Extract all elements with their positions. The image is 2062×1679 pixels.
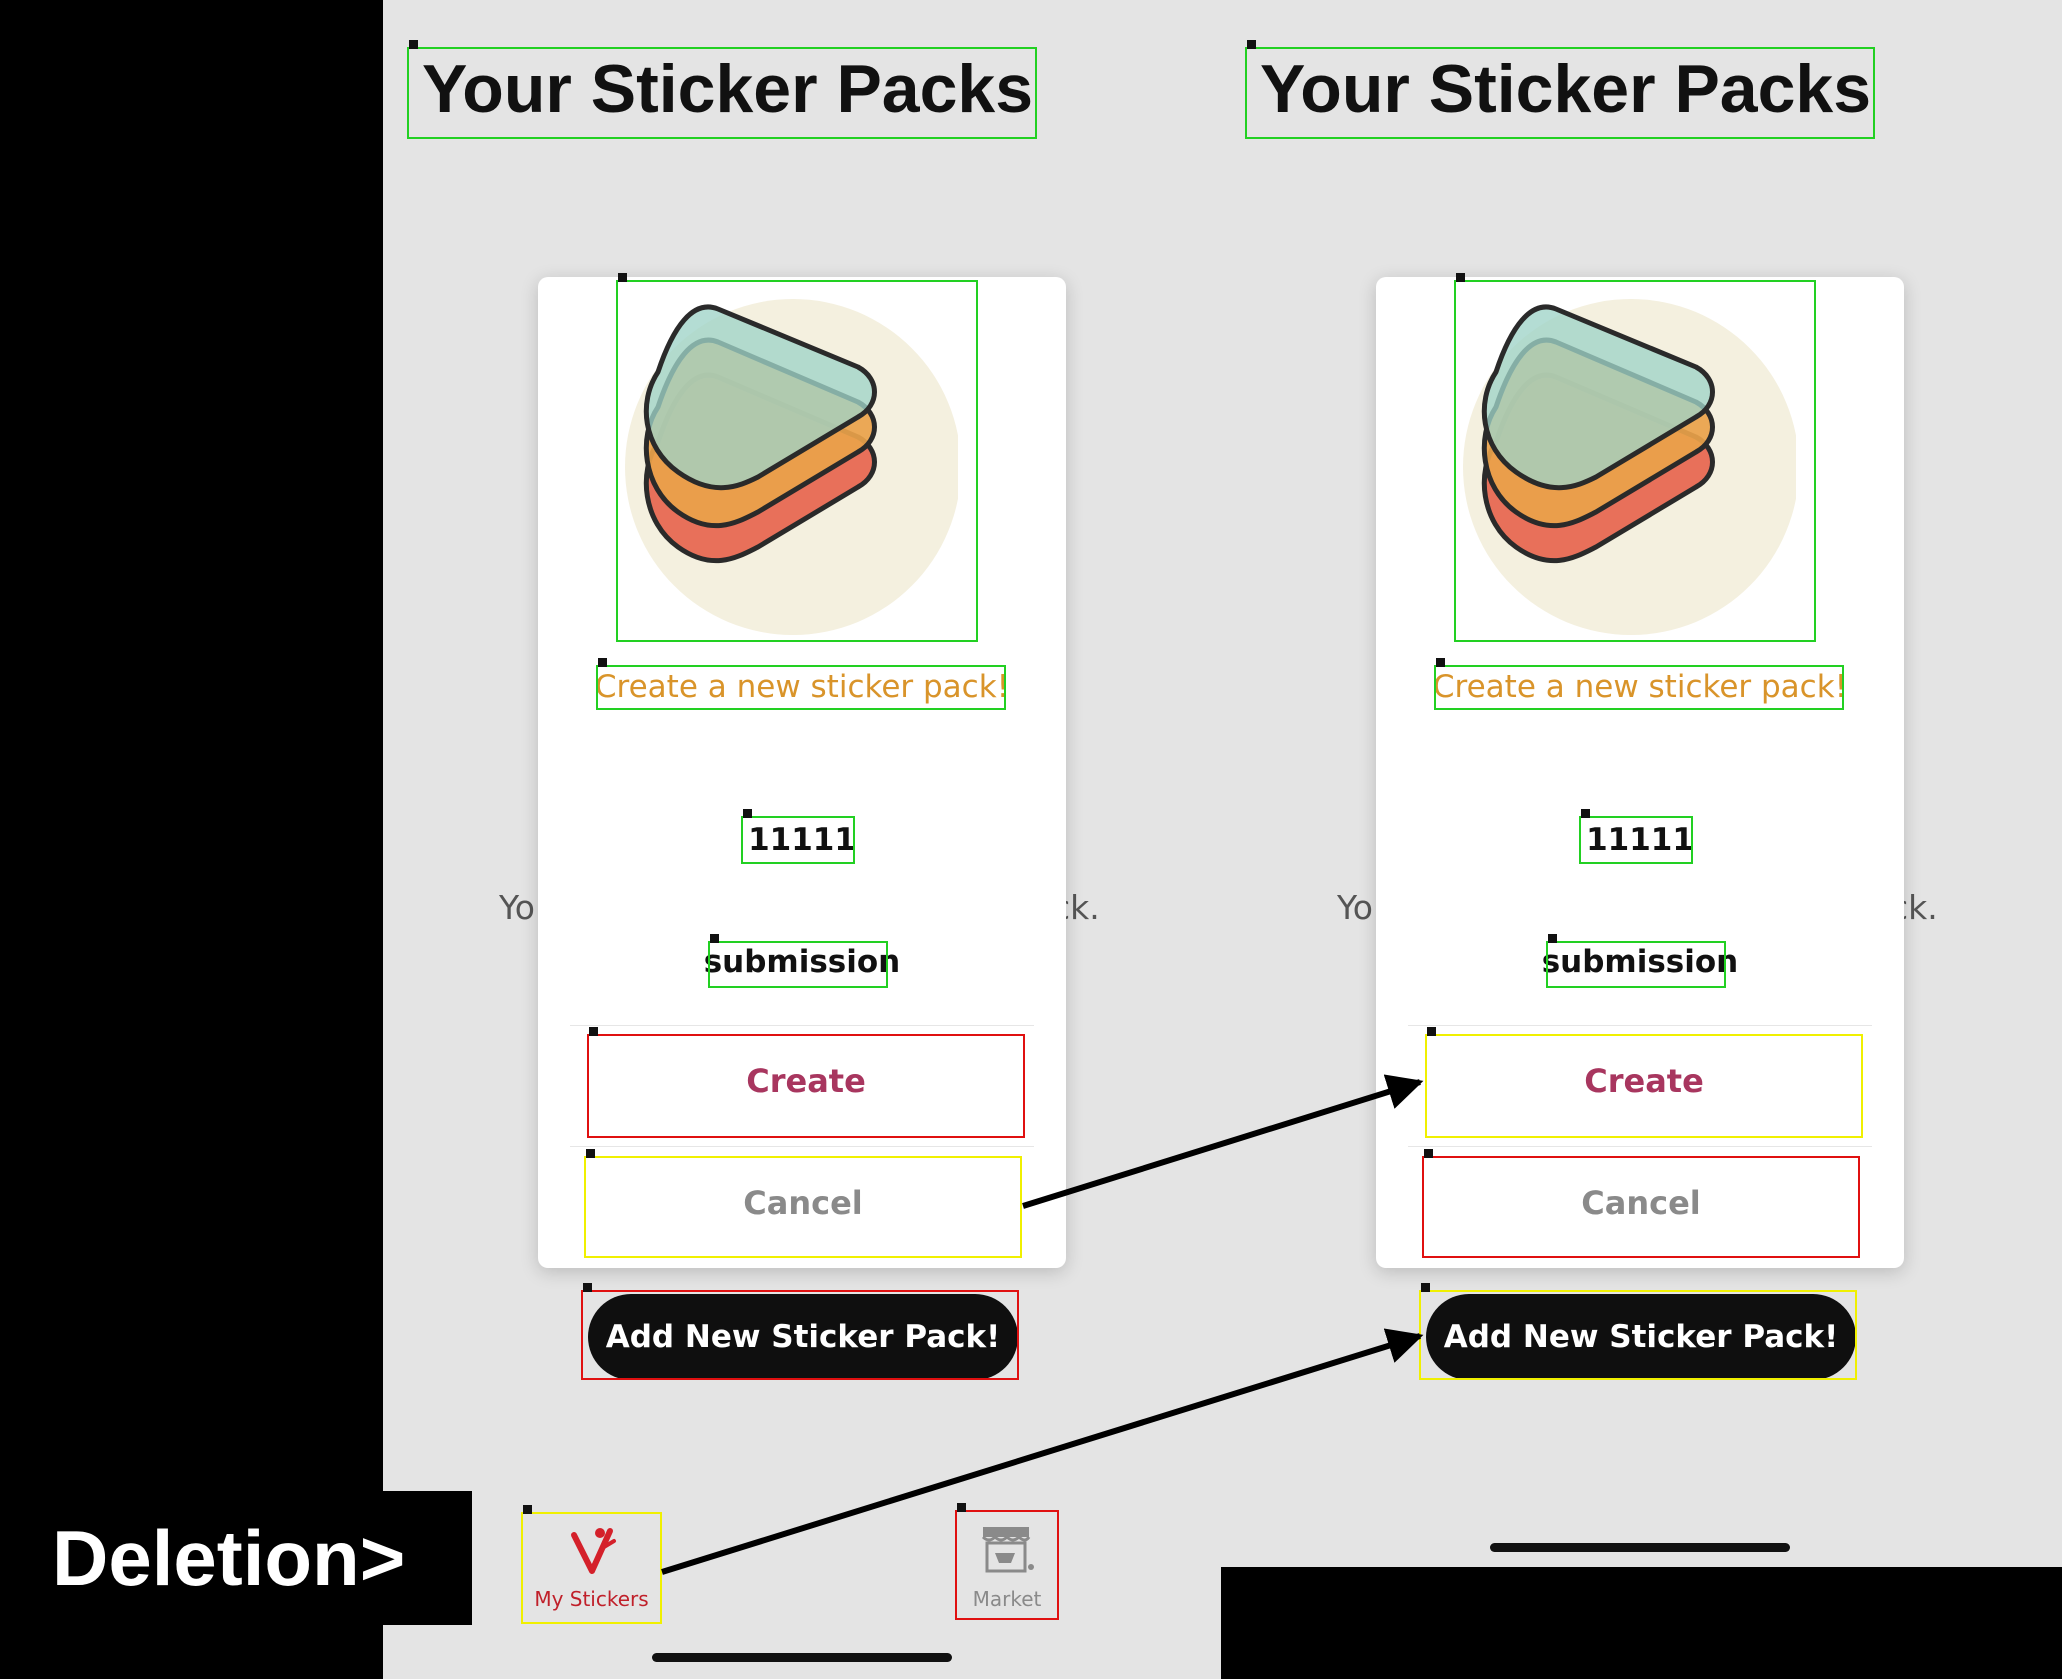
tab-market[interactable]: Market: [957, 1511, 1057, 1619]
pack-name-field[interactable]: 11111: [1376, 822, 1904, 858]
divider: [570, 1025, 1034, 1026]
deletion-label: Deletion>: [0, 1491, 472, 1625]
divider: [1408, 1146, 1872, 1147]
divider: [1408, 1025, 1872, 1026]
page-title: Your Sticker Packs: [1260, 51, 1872, 127]
pack-name-field[interactable]: 11111: [538, 822, 1066, 858]
sticker-pack-illustration-icon: [1463, 299, 1796, 635]
create-button[interactable]: Create: [1424, 1062, 1864, 1100]
create-button[interactable]: Create: [586, 1062, 1026, 1100]
background-text-left: Yo: [499, 888, 535, 927]
sticker-pack-illustration-icon: [625, 299, 958, 635]
home-indicator: [652, 1653, 952, 1662]
modal-subtitle: Create a new sticker pack!: [1432, 669, 1848, 705]
tab-my-stickers-label: My Stickers: [534, 1587, 649, 1611]
background-text-left: Yo: [1337, 888, 1373, 927]
divider: [570, 1146, 1034, 1147]
add-new-sticker-pack-button[interactable]: Add New Sticker Pack!: [588, 1294, 1018, 1380]
black-cutout: [1221, 1567, 2062, 1679]
create-pack-modal: Create a new sticker pack! 11111 submiss…: [538, 277, 1066, 1268]
pack-category-field[interactable]: submission: [538, 944, 1066, 980]
tab-market-label: Market: [972, 1587, 1042, 1611]
home-indicator: [1490, 1543, 1790, 1552]
pack-category-field[interactable]: submission: [1376, 944, 1904, 980]
market-stall-icon: [981, 1527, 1034, 1573]
create-pack-modal: Create a new sticker pack! 11111 submiss…: [1376, 277, 1904, 1268]
add-new-sticker-pack-button[interactable]: Add New Sticker Pack!: [1426, 1294, 1856, 1380]
modal-subtitle: Create a new sticker pack!: [594, 669, 1010, 705]
cancel-button[interactable]: Cancel: [584, 1184, 1022, 1222]
cancel-button[interactable]: Cancel: [1422, 1184, 1860, 1222]
page-title: Your Sticker Packs: [422, 51, 1034, 127]
tab-my-stickers[interactable]: My Stickers: [523, 1513, 660, 1621]
paint-brushes-icon: [571, 1528, 616, 1574]
